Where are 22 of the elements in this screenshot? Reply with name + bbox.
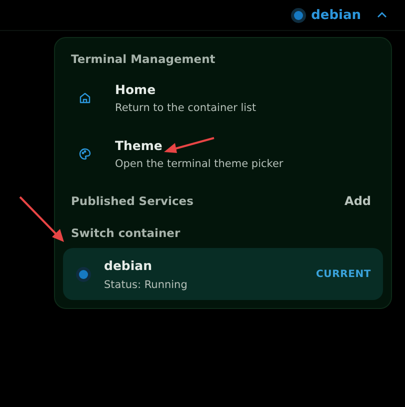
annotation-arrow: [19, 196, 64, 242]
section-title: Published Services: [71, 194, 194, 208]
item-title: Theme: [115, 138, 162, 153]
chevron-icon: [377, 12, 387, 18]
status-dot-icon: [294, 10, 304, 20]
item-title: Home: [115, 82, 156, 97]
annotation-arrow: [164, 137, 214, 153]
container-status: Status: Running: [104, 279, 188, 291]
current-label: CURRENT: [316, 269, 371, 280]
container-card[interactable]: debian Status: Running CURRENT: [63, 248, 383, 300]
item-description: Open the terminal theme picker: [115, 158, 284, 170]
item-description: Return to the container list: [115, 102, 258, 114]
container-switcher[interactable]: debian: [294, 8, 387, 22]
palette-icon: [79, 148, 91, 160]
menu-item[interactable]: Theme Open the terminal theme picker: [63, 128, 383, 178]
status-dot-icon: [79, 270, 88, 279]
menu-item[interactable]: Home Return to the container list: [63, 72, 383, 122]
home-icon: [79, 92, 91, 104]
container-name: debian: [104, 258, 152, 273]
add-button[interactable]: Add: [344, 194, 371, 208]
section-title: Switch container: [71, 226, 180, 240]
section-title: Terminal Management: [70, 52, 216, 66]
